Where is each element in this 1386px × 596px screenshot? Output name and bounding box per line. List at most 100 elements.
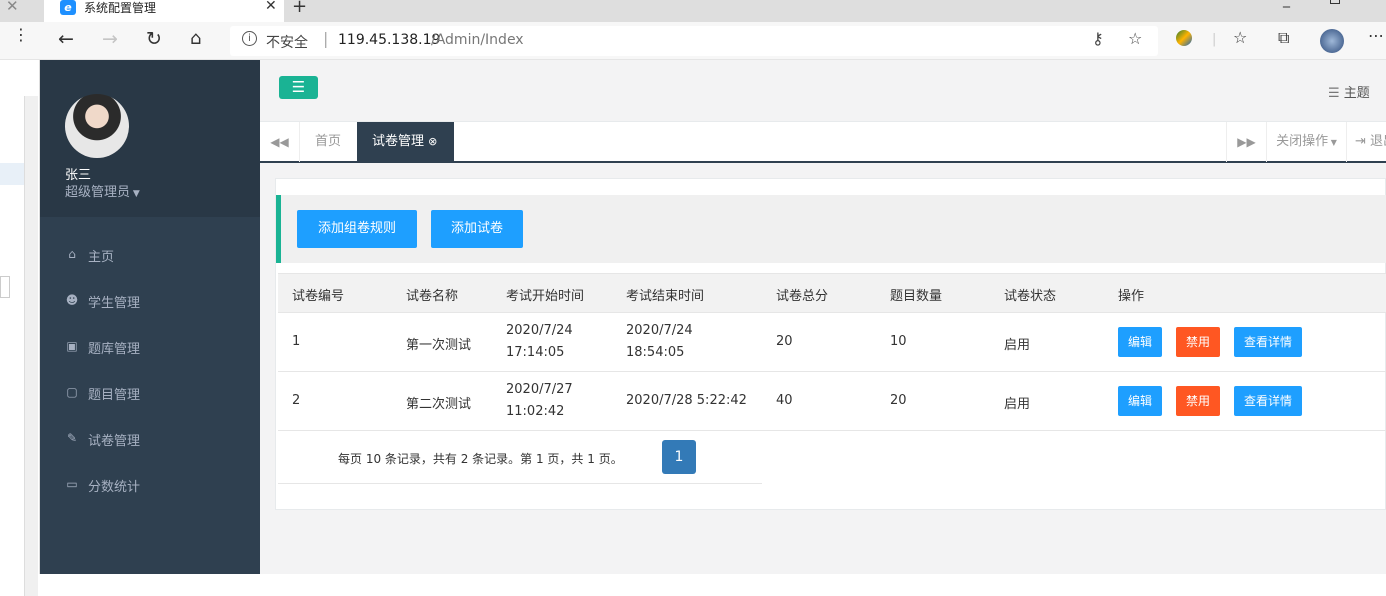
extension-icon[interactable] [1176, 30, 1192, 46]
col-header: 考试结束时间 [626, 289, 705, 304]
user-role: 超级管理员 [65, 185, 131, 200]
pagination: 每页 10 条记录，共有 2 条记录。第 1 页，共 1 页。 1 [278, 432, 762, 484]
col-header: 试卷名称 [406, 289, 459, 304]
user-role-dropdown[interactable]: 超级管理员 ▼ [65, 181, 140, 200]
address-bar-row: ⋮ ← → ↻ ⌂ i 不安全 | 119.45.138.19 /Admin/I… [0, 22, 1386, 60]
sticky-note-icon: ▢ [66, 385, 78, 399]
sidebar-item-questions[interactable]: ▢ 题目管理 [40, 370, 260, 416]
sidebar-item-students[interactable]: ☻ 学生管理 [40, 278, 260, 324]
status: 启用 [1004, 338, 1031, 353]
forward-icon[interactable]: → [102, 28, 118, 50]
col-header: 试卷总分 [776, 289, 829, 304]
favorite-star-icon[interactable]: ☆ [1128, 29, 1142, 48]
background-window-edge [0, 60, 40, 596]
favorites-icon[interactable]: ☆ [1233, 28, 1247, 47]
page-tabs: ◀◀ 首页 试卷管理 ⊗ ▶▶ 关闭操作 ▼ ⇥ 退出 [260, 121, 1386, 163]
start-date: 2020/7/24 [506, 323, 573, 338]
edit-icon: ✎ [66, 431, 78, 445]
caret-down-icon: ▼ [1328, 138, 1337, 147]
end-time: 18:54:05 [626, 345, 685, 360]
toolbar-separator: | [1212, 32, 1217, 47]
browser-tab-strip: ✕ e 系统配置管理 ✕ + _ [0, 0, 1386, 22]
toolbar: 添加组卷规则 添加试卷 [276, 195, 1386, 263]
pagination-info: 每页 10 条记录，共有 2 条记录。第 1 页，共 1 页。 [338, 452, 623, 466]
menu-toggle-button[interactable]: ☰ [279, 76, 318, 99]
col-header: 题目数量 [890, 289, 943, 304]
paper-id: 1 [292, 334, 301, 349]
url-host: 119.45.138.19 [338, 32, 441, 48]
close-ops-label: 关闭操作 [1276, 134, 1329, 149]
scroll-right-button[interactable]: ▶▶ [1226, 122, 1266, 162]
sidebar-item-scores[interactable]: ▭ 分数统计 [40, 462, 260, 508]
menu-dots-icon[interactable]: ⋮ [13, 25, 29, 44]
tab-label: 试卷管理 [372, 134, 425, 149]
start-date: 2020/7/27 [506, 382, 573, 397]
content-area: 添加组卷规则 添加试卷 试卷编号 试卷名称 考试开始时间 考试结束时间 试卷总分… [260, 163, 1386, 574]
url-field[interactable]: i 不安全 | 119.45.138.19 /Admin/Index ⚷ ☆ [230, 26, 1158, 56]
page-button-1[interactable]: 1 [662, 440, 696, 474]
disable-button[interactable]: 禁用 [1176, 327, 1220, 357]
sidebar-item-question-bank[interactable]: ▣ 题库管理 [40, 324, 260, 370]
col-header: 操作 [1118, 289, 1145, 304]
edit-button[interactable]: 编辑 [1118, 386, 1162, 416]
home-icon[interactable]: ⌂ [190, 28, 201, 49]
url-separator: | [323, 29, 329, 48]
logout-button[interactable]: ⇥ 退出 [1346, 122, 1386, 162]
sidebar-item-papers[interactable]: ✎ 试卷管理 [40, 416, 260, 462]
question-count: 10 [890, 334, 907, 349]
profile-avatar[interactable] [1320, 29, 1344, 53]
briefcase-icon: ▣ [66, 339, 78, 353]
info-icon[interactable]: i [242, 31, 257, 46]
edge-icon: e [60, 0, 76, 15]
home-icon: ⌂ [68, 247, 76, 261]
sidebar-item-label: 分数统计 [88, 480, 141, 495]
add-rule-button[interactable]: 添加组卷规则 [297, 210, 417, 248]
new-tab-button[interactable]: + [292, 0, 307, 17]
theme-button[interactable]: ☰ 主题 [1328, 82, 1370, 101]
hamburger-icon: ☰ [291, 78, 306, 96]
disable-button[interactable]: 禁用 [1176, 386, 1220, 416]
sidebar-item-label: 学生管理 [88, 296, 141, 311]
scroll-left-button[interactable]: ◀◀ [260, 122, 300, 162]
close-operations-dropdown[interactable]: 关闭操作 ▼ [1266, 122, 1346, 162]
avatar[interactable] [65, 94, 129, 158]
close-circle-icon[interactable]: ⊗ [428, 135, 437, 148]
back-icon[interactable]: ← [58, 28, 74, 50]
collections-icon[interactable]: ⧉ [1278, 28, 1289, 48]
users-icon: ☻ [65, 293, 79, 307]
browser-tab[interactable] [44, 0, 284, 22]
scrollbar[interactable] [24, 96, 38, 596]
tab-paper-management[interactable]: 试卷管理 ⊗ [357, 122, 454, 162]
view-detail-button[interactable]: 查看详情 [1234, 327, 1302, 357]
more-icon[interactable]: ⋯ [1368, 26, 1384, 45]
forward-icon: ▶▶ [1237, 135, 1256, 149]
close-icon[interactable]: ✕ [6, 0, 19, 15]
theme-icon: ☰ [1328, 86, 1344, 101]
sidebar-item-home[interactable]: ⌂ 主页 [40, 232, 260, 278]
edit-button[interactable]: 编辑 [1118, 327, 1162, 357]
table-header: 试卷编号 试卷名称 考试开始时间 考试结束时间 试卷总分 题目数量 试卷状态 操… [278, 273, 1386, 313]
paper-name: 第二次测试 [406, 397, 472, 412]
sign-out-icon: ⇥ [1355, 134, 1371, 149]
tab-home[interactable]: 首页 [300, 122, 356, 162]
minimize-icon[interactable]: _ [1283, 0, 1290, 8]
total-score: 40 [776, 393, 793, 408]
logout-label: 退出 [1370, 134, 1386, 149]
tab-close-icon[interactable]: ✕ [265, 0, 277, 14]
sidebar-item-label: 主页 [88, 250, 115, 265]
view-detail-button[interactable]: 查看详情 [1234, 386, 1302, 416]
selected-row [0, 163, 24, 185]
caret-down-icon: ▼ [130, 189, 140, 199]
insecure-label: 不安全 [266, 35, 308, 51]
maximize-icon[interactable] [1330, 0, 1340, 4]
table-row: 2 第二次测试 2020/7/27 11:02:42 2020/7/28 5:2… [278, 372, 1386, 431]
paper-id: 2 [292, 393, 301, 408]
add-paper-button[interactable]: 添加试卷 [431, 210, 523, 248]
sidebar-item-label: 题目管理 [88, 388, 141, 403]
end-date: 2020/7/24 [626, 323, 693, 338]
col-header: 试卷编号 [292, 289, 345, 304]
refresh-icon[interactable]: ↻ [146, 28, 162, 50]
browser-tab-title: 系统配置管理 [84, 1, 157, 15]
profile-area: 张三 超级管理员 ▼ [40, 60, 260, 217]
key-icon[interactable]: ⚷ [1092, 29, 1104, 48]
